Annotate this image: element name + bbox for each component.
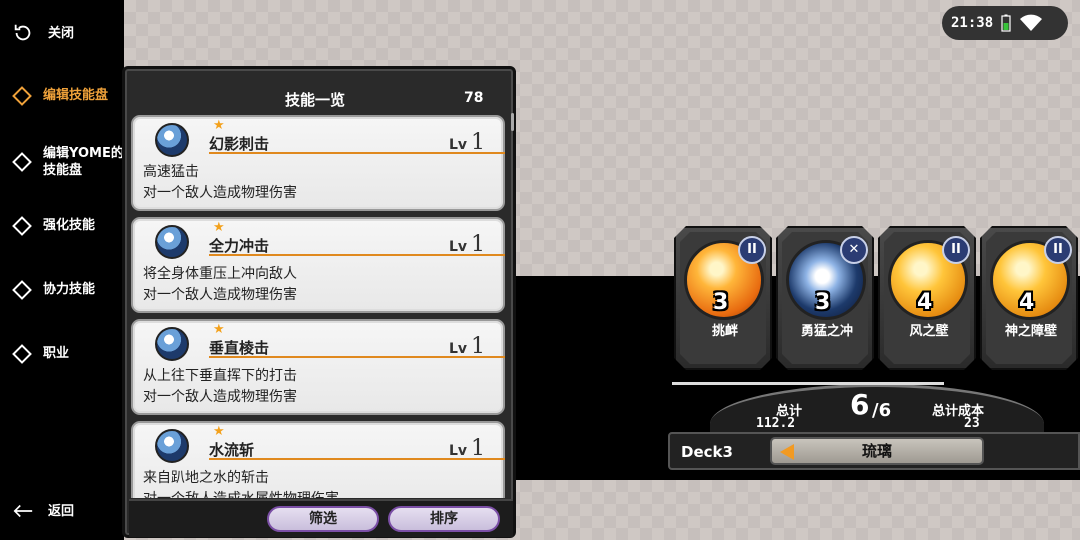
skill-desc-line2: 对一个敌人造成物理伤害 — [143, 185, 297, 201]
card-cost: 3 — [713, 290, 729, 315]
sort-button[interactable]: 排序 — [388, 506, 500, 532]
slots-max: /6 — [872, 400, 892, 421]
star-icon: ★ — [213, 322, 225, 337]
card-name: 勇猛之冲 — [800, 324, 853, 339]
total-value: 112.2 — [756, 416, 796, 431]
card-cost: 4 — [917, 290, 933, 315]
skill-desc-line1: 从上往下垂直挥下的打击 — [143, 368, 297, 384]
phantom-stab-icon — [155, 123, 189, 157]
deck-card-wind-wall[interactable]: II 4 风之壁 — [878, 226, 976, 370]
pause-badge-icon: II — [942, 236, 970, 264]
full-charge-icon — [155, 225, 189, 259]
diamond-icon — [12, 343, 32, 364]
skill-desc-line1: 高速猛击 — [143, 164, 199, 180]
reload-close-icon — [14, 24, 31, 41]
skill-count: 78 — [464, 90, 484, 106]
pause-badge-icon: II — [738, 236, 766, 264]
skill-desc-line2: 对一个敌人造成物理伤害 — [143, 389, 297, 405]
sidebar-item-label: 编辑YOME的 技能盘 — [43, 146, 124, 178]
diamond-icon — [12, 152, 32, 172]
level-label: Lv — [449, 137, 468, 153]
wifi-icon — [1020, 14, 1043, 31]
sidebar-item-label: 职业 — [43, 346, 70, 361]
skill-list[interactable]: ★ 幻影刺击 Lv 1 高速猛击 对一个敌人造成物理伤害 ★ 全力冲击 Lv 1 将… — [129, 113, 509, 498]
diamond-icon — [12, 215, 32, 236]
skill-list-header: 技能一览 78 — [131, 85, 511, 113]
skill-card[interactable]: ★ 水流斩 Lv1 来自趴地之水的斩击 对一个敌人造成水属性物理伤害 — [131, 421, 505, 498]
skill-name: 幻影刺击 — [209, 135, 270, 153]
sidebar-item-label: 编辑技能盘 — [43, 88, 109, 103]
close-label: 关闭 — [48, 25, 75, 41]
deck-stats: 总计 112.2 6 /6 总计成本 23 — [670, 382, 1080, 464]
close-button[interactable]: 关闭 — [12, 22, 74, 44]
skill-list-panel: 技能一览 78 ★ 幻影刺击 Lv 1 高速猛击 对一个敌人造成物理伤害 ★ 全力… — [122, 66, 516, 538]
card-cost: 3 — [815, 290, 831, 315]
star-icon: ★ — [213, 220, 225, 235]
total-cost-value: 23 — [964, 416, 980, 431]
status-bar: 21:38 — [942, 6, 1068, 40]
deck-card-divine-barrier[interactable]: II 4 神之障壁 — [980, 226, 1078, 370]
sidebar-item-coop-skill[interactable]: 协力技能 — [12, 279, 96, 300]
deck-card-taunt[interactable]: II 3 挑衅 — [674, 226, 772, 370]
back-button[interactable]: 返回 — [12, 500, 74, 522]
skill-list-footer: 筛选 排序 — [129, 499, 513, 537]
arrow-left-icon — [13, 504, 33, 518]
skill-name: 水流斩 — [209, 441, 255, 459]
deck-name: Deck3 — [681, 443, 733, 461]
skill-name: 全力冲击 — [209, 237, 270, 255]
sidebar-item-edit-yome-board[interactable]: 编辑YOME的 技能盘 — [12, 145, 124, 179]
card-name: 挑衅 — [711, 324, 738, 339]
scrollbar[interactable] — [511, 113, 514, 131]
card-cost: 4 — [1019, 290, 1035, 315]
clock: 21:38 — [951, 15, 994, 31]
level-label: Lv — [449, 239, 468, 255]
character-selector[interactable]: 琉璃 — [770, 437, 984, 465]
battery-icon — [1001, 14, 1011, 32]
name-underline — [209, 152, 505, 154]
water-slash-icon — [155, 429, 189, 463]
filter-button[interactable]: 筛选 — [267, 506, 379, 532]
vertical-strike-icon — [155, 327, 189, 361]
skill-desc-line1: 来自趴地之水的斩击 — [143, 470, 269, 486]
card-name: 风之壁 — [909, 324, 949, 339]
sidebar: 关闭 编辑技能盘 编辑YOME的 技能盘 强化技能 协力技能 职业 返回 — [0, 0, 124, 540]
name-underline — [209, 356, 505, 358]
skill-list-title: 技能一览 — [285, 91, 346, 109]
sidebar-item-label: 协力技能 — [43, 282, 96, 297]
deck-card-brave-charge[interactable]: ✕ 3 勇猛之冲 — [776, 226, 874, 370]
diamond-icon — [12, 279, 32, 300]
diamond-icon — [12, 85, 32, 106]
skill-card[interactable]: ★ 全力冲击 Lv 1 将全身体重压上冲向敌人 对一个敌人造成物理伤害 — [131, 217, 505, 313]
deck-bar: Deck3 琉璃 — [668, 432, 1080, 470]
name-underline — [209, 254, 505, 256]
card-name: 神之障壁 — [1004, 324, 1057, 339]
selected-character: 琉璃 — [861, 442, 892, 460]
level-label: Lv — [449, 341, 468, 357]
level-label: Lv — [449, 443, 468, 459]
slots-used: 6 — [850, 388, 870, 421]
star-icon: ★ — [213, 424, 225, 439]
skill-card[interactable]: ★ 幻影刺击 Lv 1 高速猛击 对一个敌人造成物理伤害 — [131, 115, 505, 211]
sidebar-item-enhance-skill[interactable]: 强化技能 — [12, 215, 96, 236]
skill-name: 垂直棱击 — [209, 339, 270, 357]
name-underline — [209, 458, 505, 460]
stats-divider — [672, 382, 944, 385]
skill-desc-line2: 对一个敌人造成水属性物理伤害 — [143, 488, 339, 498]
sidebar-item-label: 强化技能 — [43, 218, 96, 233]
sidebar-item-edit-skill-board[interactable]: 编辑技能盘 — [12, 85, 109, 106]
star-icon: ★ — [213, 118, 225, 133]
pause-badge-icon: II — [1044, 236, 1072, 264]
sidebar-item-job[interactable]: 职业 — [12, 343, 70, 364]
back-label: 返回 — [48, 503, 75, 519]
sword-badge-icon: ✕ — [840, 236, 868, 264]
skill-desc-line1: 将全身体重压上冲向敌人 — [143, 266, 297, 282]
skill-card[interactable]: ★ 垂直棱击 Lv 1 从上往下垂直挥下的打击 对一个敌人造成物理伤害 — [131, 319, 505, 415]
skill-desc-line2: 对一个敌人造成物理伤害 — [143, 287, 297, 303]
arrow-left-icon[interactable] — [780, 444, 794, 460]
